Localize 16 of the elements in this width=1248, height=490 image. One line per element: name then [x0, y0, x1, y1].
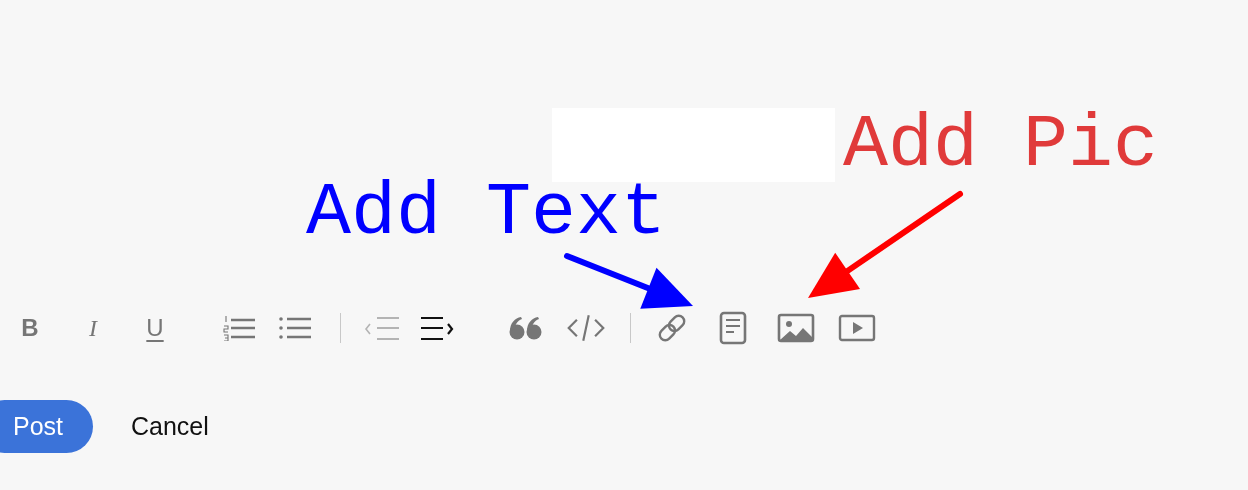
numbered-list-icon	[223, 315, 257, 341]
underline-button[interactable]: U	[135, 308, 175, 348]
image-icon	[777, 313, 815, 343]
annotation-label: Add Pic	[843, 108, 1159, 183]
code-icon	[566, 312, 606, 344]
indent-icon	[420, 315, 456, 341]
bullet-list-icon	[278, 315, 312, 341]
document-icon	[719, 311, 747, 345]
italic-button[interactable]: I	[73, 308, 113, 348]
post-button[interactable]: Post	[0, 400, 93, 453]
bold-button[interactable]: B	[10, 308, 50, 348]
video-icon	[838, 313, 876, 343]
cancel-button[interactable]: Cancel	[131, 412, 209, 441]
quote-icon	[508, 315, 544, 341]
annotation-label: Add Text	[306, 176, 667, 251]
outdent-icon	[364, 315, 400, 341]
